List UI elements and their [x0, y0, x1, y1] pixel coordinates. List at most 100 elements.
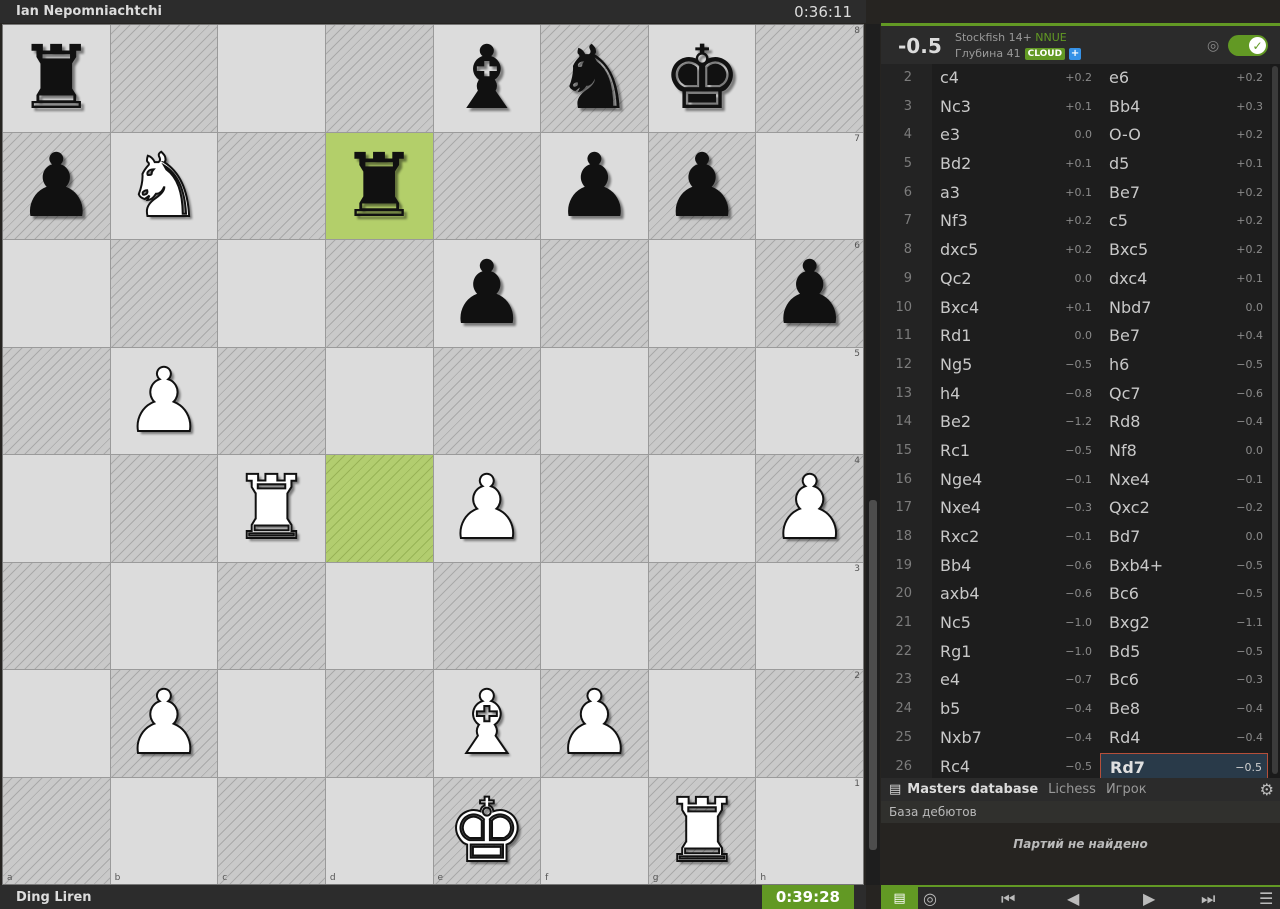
- square-b6[interactable]: [110, 240, 218, 347]
- square-a7[interactable]: ♟: [3, 132, 110, 239]
- square-d6[interactable]: [325, 240, 433, 347]
- black-move[interactable]: c5 +0.2: [1100, 207, 1268, 236]
- black-bishop-icon[interactable]: ♝: [447, 34, 526, 122]
- square-c4[interactable]: ♜: [218, 455, 325, 562]
- tab-masters[interactable]: ▤ Masters database: [881, 782, 1038, 797]
- square-c6[interactable]: [218, 240, 325, 347]
- black-move[interactable]: Bd5 −0.5: [1100, 638, 1268, 667]
- white-move[interactable]: dxc5 +0.2: [932, 236, 1100, 265]
- black-move[interactable]: Bc6 −0.5: [1100, 580, 1268, 609]
- square-f1[interactable]: f: [541, 777, 648, 884]
- square-a6[interactable]: [3, 240, 110, 347]
- square-a4[interactable]: [3, 455, 110, 562]
- black-move[interactable]: Be7 +0.2: [1100, 179, 1268, 208]
- board-scrollbar-thumb[interactable]: [869, 500, 877, 850]
- white-move[interactable]: Rg1 −1.0: [932, 638, 1100, 667]
- square-c7[interactable]: [218, 132, 325, 239]
- square-e4[interactable]: ♟: [433, 455, 541, 562]
- square-c5[interactable]: [218, 347, 325, 454]
- board-scrollbar[interactable]: [866, 24, 880, 885]
- square-f3[interactable]: [541, 562, 648, 669]
- last-move-icon[interactable]: ⏭: [1201, 889, 1215, 909]
- white-move[interactable]: Rxc2 −0.1: [932, 523, 1100, 552]
- square-h3[interactable]: 3: [756, 562, 863, 669]
- white-pawn-icon[interactable]: ♟: [123, 678, 204, 768]
- white-move[interactable]: Be2 −1.2: [932, 408, 1100, 437]
- square-d2[interactable]: [325, 670, 433, 777]
- square-b4[interactable]: [110, 455, 218, 562]
- square-b1[interactable]: b: [110, 777, 218, 884]
- black-move[interactable]: Bb4 +0.3: [1100, 93, 1268, 122]
- white-move[interactable]: Nc5 −1.0: [932, 609, 1100, 638]
- square-c1[interactable]: c: [218, 777, 325, 884]
- square-a3[interactable]: [3, 562, 110, 669]
- bottom-player-name[interactable]: Ding Liren: [0, 890, 92, 905]
- square-g6[interactable]: [648, 240, 756, 347]
- square-g2[interactable]: [648, 670, 756, 777]
- square-h8[interactable]: 8: [756, 25, 863, 132]
- square-f4[interactable]: [541, 455, 648, 562]
- white-bishop-icon[interactable]: ♝: [446, 678, 527, 768]
- square-h2[interactable]: 2: [756, 670, 863, 777]
- first-move-icon[interactable]: ⏮: [1001, 889, 1015, 909]
- white-move[interactable]: a3 +0.1: [932, 179, 1100, 208]
- black-move[interactable]: Qxc2 −0.2: [1100, 494, 1268, 523]
- black-move[interactable]: d5 +0.1: [1100, 150, 1268, 179]
- black-pawn-icon[interactable]: ♟: [17, 141, 96, 230]
- white-pawn-icon[interactable]: ♟: [446, 463, 527, 553]
- white-pawn-icon[interactable]: ♟: [554, 678, 635, 768]
- square-e1[interactable]: ♚ e: [433, 777, 541, 884]
- square-f8[interactable]: ♞: [541, 25, 648, 132]
- black-move[interactable]: Rd8 −0.4: [1100, 408, 1268, 437]
- black-rook-icon[interactable]: ♜: [17, 34, 96, 122]
- black-move[interactable]: Qc7 −0.6: [1100, 380, 1268, 409]
- black-move[interactable]: Rd4 −0.4: [1100, 724, 1268, 753]
- black-move[interactable]: Nxe4 −0.1: [1100, 466, 1268, 495]
- white-move[interactable]: Ng5 −0.5: [932, 351, 1100, 380]
- square-c3[interactable]: [218, 562, 325, 669]
- square-d5[interactable]: [325, 347, 433, 454]
- black-move[interactable]: e6 +0.2: [1100, 64, 1268, 93]
- square-b8[interactable]: [110, 25, 218, 132]
- black-move[interactable]: Bxb4+ −0.5: [1100, 552, 1268, 581]
- black-knight-icon[interactable]: ♞: [555, 34, 634, 122]
- black-move[interactable]: Be8 −0.4: [1100, 695, 1268, 724]
- black-move[interactable]: Bxc5 +0.2: [1100, 236, 1268, 265]
- target-icon[interactable]: ◎: [923, 889, 937, 908]
- book-icon[interactable]: ▤: [881, 887, 918, 909]
- next-move-icon[interactable]: ▶: [1143, 889, 1155, 908]
- black-move[interactable]: O-O +0.2: [1100, 121, 1268, 150]
- tab-player[interactable]: Игрок: [1106, 782, 1147, 797]
- white-move[interactable]: b5 −0.4: [932, 695, 1100, 724]
- black-move[interactable]: dxc4 +0.1: [1100, 265, 1268, 294]
- black-move[interactable]: Bd7 0.0: [1100, 523, 1268, 552]
- square-d8[interactable]: [325, 25, 433, 132]
- black-king-icon[interactable]: ♚: [663, 34, 742, 122]
- white-move[interactable]: Bd2 +0.1: [932, 150, 1100, 179]
- black-rook-icon[interactable]: ♜: [340, 141, 419, 230]
- square-h7[interactable]: 7: [756, 132, 863, 239]
- square-c8[interactable]: [218, 25, 325, 132]
- black-move[interactable]: h6 −0.5: [1100, 351, 1268, 380]
- square-e6[interactable]: ♟: [433, 240, 541, 347]
- prev-move-icon[interactable]: ◀: [1067, 889, 1079, 908]
- plus-icon[interactable]: +: [1069, 47, 1082, 60]
- black-pawn-icon[interactable]: ♟: [770, 249, 849, 337]
- target-icon[interactable]: ◎: [1207, 38, 1219, 54]
- square-g7[interactable]: ♟: [648, 132, 756, 239]
- square-g3[interactable]: [648, 562, 756, 669]
- white-knight-icon[interactable]: ♞: [123, 140, 204, 230]
- square-b3[interactable]: [110, 562, 218, 669]
- white-rook-icon[interactable]: ♜: [662, 785, 743, 875]
- square-a1[interactable]: a: [3, 777, 110, 884]
- gear-icon[interactable]: ⚙: [1260, 780, 1274, 799]
- square-h4[interactable]: ♟ 4: [756, 455, 863, 562]
- black-move[interactable]: Nf8 0.0: [1100, 437, 1268, 466]
- square-g1[interactable]: ♜ g: [648, 777, 756, 884]
- white-move[interactable]: Rd1 0.0: [932, 322, 1100, 351]
- white-move[interactable]: Nf3 +0.2: [932, 207, 1100, 236]
- square-b2[interactable]: ♟: [110, 670, 218, 777]
- square-g5[interactable]: [648, 347, 756, 454]
- white-move[interactable]: e4 −0.7: [932, 666, 1100, 695]
- square-b5[interactable]: ♟: [110, 347, 218, 454]
